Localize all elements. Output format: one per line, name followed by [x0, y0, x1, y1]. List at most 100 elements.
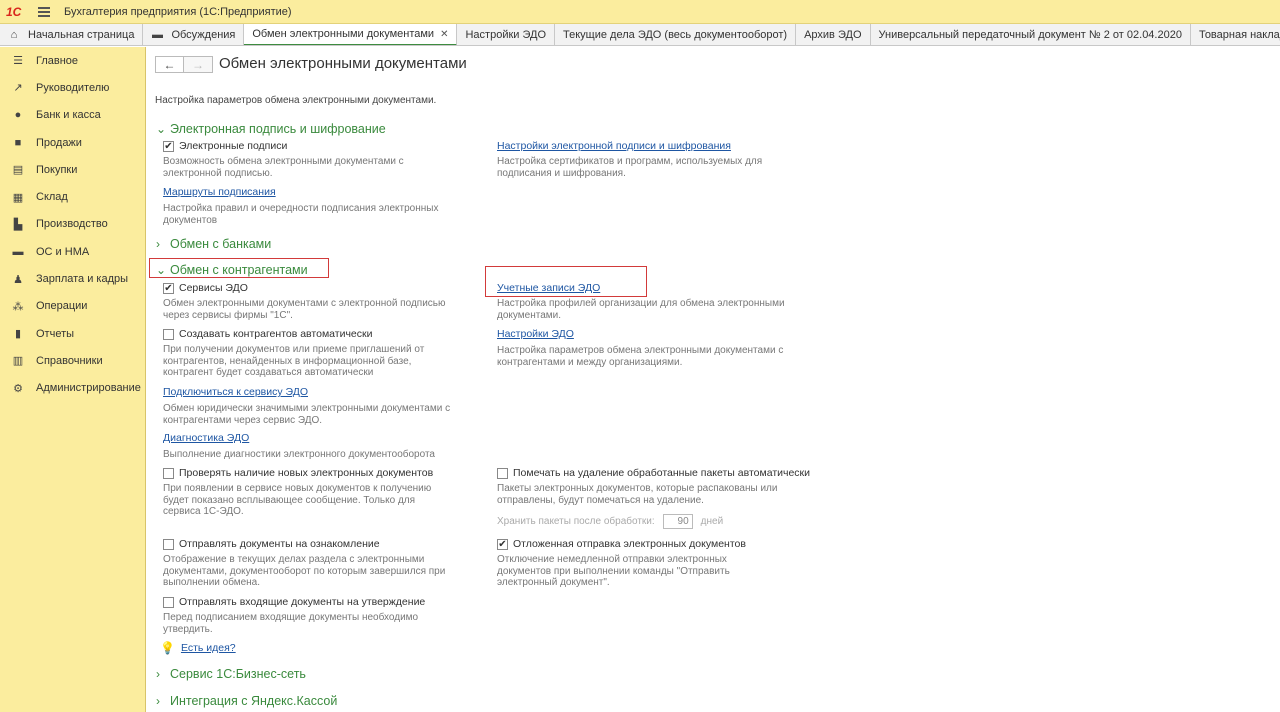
edo-settings-link[interactable]: Настройки ЭДО — [497, 328, 574, 340]
edo-settings-desc: Настройка параметров обмена электронными… — [497, 345, 784, 368]
bag-icon: ■ — [14, 136, 22, 149]
sidebar-item-catalogs[interactable]: ▥ Справочники — [0, 347, 145, 374]
chart-icon: ▮ — [14, 328, 22, 341]
review-checkbox[interactable] — [163, 538, 174, 550]
sidebar-item-sales[interactable]: ■ Продажи — [0, 129, 145, 156]
home-icon: ⌂ — [10, 29, 18, 41]
section-contractors[interactable]: ⌄ Обмен с контрагентами — [156, 263, 308, 277]
person-icon: ♟ — [13, 273, 23, 286]
edo-services-checkbox[interactable]: ✔ — [163, 282, 174, 294]
review-desc: Отображение в текущих делах раздела с эл… — [163, 554, 446, 588]
edo-accounts-desc: Настройка профилей организации для обмен… — [497, 298, 785, 321]
approve-checkbox-row[interactable]: Отправлять входящие документы на утвержд… — [163, 596, 425, 608]
delayed-checkbox[interactable]: ✔ — [497, 538, 508, 550]
sidebar-item-purchases[interactable]: ▤ Покупки — [0, 156, 145, 183]
edo-services-desc: Обмен электронными документами с электро… — [163, 298, 446, 321]
tab-edo-settings[interactable]: Настройки ЭДО — [457, 24, 556, 45]
idea-link[interactable]: Есть идея? — [181, 642, 236, 654]
sidebar-item-assets[interactable]: ▬ ОС и НМА — [0, 238, 145, 265]
tab-edo-current[interactable]: Текущие дела ЭДО (весь документооборот) — [555, 24, 797, 45]
edo-diagnostics-desc: Выполнение диагностики электронного доку… — [163, 449, 435, 460]
sidebar-item-admin[interactable]: ⚙ Администрирование — [0, 375, 145, 402]
coin-icon: ● — [14, 109, 22, 122]
tab-discussions[interactable]: ▬ Обсуждения — [143, 24, 245, 45]
arrow-left-icon: ← — [163, 57, 176, 72]
section-business-network[interactable]: › Сервис 1С:Бизнес-сеть — [156, 667, 306, 681]
mark-delete-checkbox[interactable] — [497, 467, 508, 479]
sidebar-item-warehouse[interactable]: ▦ Склад — [0, 183, 145, 210]
signature-checkbox[interactable]: ✔ — [163, 140, 174, 152]
app-logo: 1С — [6, 4, 22, 19]
signature-settings-link[interactable]: Настройки электронной подписи и шифрован… — [497, 140, 731, 152]
tab-waybill[interactable]: Товарная накладная № 8 от 02.04.2020 — [1190, 24, 1280, 45]
tab-edo-archive[interactable]: Архив ЭДО — [796, 24, 871, 45]
menu-icon: ☰ — [13, 55, 23, 68]
signing-routes-desc: Настройка правил и очередности подписани… — [163, 203, 439, 226]
delayed-desc: Отключение немедленной отправки электрон… — [497, 554, 730, 588]
mark-delete-checkbox-row[interactable]: Помечать на удаление обработанные пакеты… — [497, 467, 810, 479]
sidebar-item-production[interactable]: ▙ Производство — [0, 211, 145, 238]
auto-create-checkbox-row[interactable]: Создавать контрагентов автоматически — [163, 328, 372, 340]
check-new-checkbox-row[interactable]: Проверять наличие новых электронных доку… — [163, 467, 433, 479]
connect-edo-link[interactable]: Подключиться к сервису ЭДО — [163, 386, 308, 398]
forward-button[interactable]: → — [184, 56, 213, 73]
sidebar-item-reports[interactable]: ▮ Отчеты — [0, 320, 145, 347]
nav-buttons: ← → — [155, 56, 213, 73]
connect-edo-desc: Обмен юридически значимыми электронными … — [163, 403, 451, 426]
idea-row[interactable]: 💡 Есть идея? — [160, 641, 236, 655]
signature-settings-desc: Настройка сертификатов и программ, испол… — [497, 156, 763, 179]
car-icon: ▬ — [12, 245, 24, 258]
sidebar-item-main[interactable]: ☰ Главное — [0, 47, 145, 74]
cart-icon: ▤ — [12, 164, 24, 177]
gear-icon: ⚙ — [13, 382, 23, 395]
approve-checkbox[interactable] — [163, 596, 174, 608]
tab-upd[interactable]: Универсальный передаточный документ № 2 … — [870, 24, 1191, 45]
auto-create-desc: При получении документов или приеме приг… — [163, 344, 425, 378]
section-banks[interactable]: › Обмен с банками — [156, 237, 271, 251]
main-content: ← → Обмен электронными документами Настр… — [146, 47, 1280, 712]
section-signature[interactable]: ⌄ Электронная подпись и шифрование — [156, 122, 386, 136]
check-new-desc: При появлении в сервисе новых документов… — [163, 483, 432, 517]
chevron-right-icon: › — [156, 237, 160, 251]
book-icon: ▥ — [12, 355, 24, 368]
sidebar-item-salary[interactable]: ♟ Зарплата и кадры — [0, 265, 145, 292]
box-icon: ▦ — [12, 191, 24, 204]
close-icon[interactable]: ✕ — [440, 29, 448, 40]
keep-days-input[interactable]: 90 — [662, 514, 693, 529]
lightbulb-icon: 💡 — [160, 641, 175, 655]
sidebar-item-manager[interactable]: ↗ Руководителю — [0, 74, 145, 101]
review-checkbox-row[interactable]: Отправлять документы на ознакомление — [163, 538, 380, 550]
chevron-down-icon: ⌄ — [156, 122, 167, 136]
tab-home[interactable]: ⌂ Начальная страница — [0, 24, 144, 45]
arrow-right-icon: → — [192, 57, 204, 72]
sidebar-item-operations[interactable]: ⁂ Операции — [0, 293, 145, 320]
mark-delete-desc: Пакеты электронных документов, которые р… — [497, 483, 778, 506]
approve-desc: Перед подписанием входящие документы нео… — [163, 612, 419, 635]
tab-edo-exchange[interactable]: Обмен электронными документами ✕ — [244, 24, 458, 45]
chevron-down-icon: ⌄ — [156, 263, 167, 277]
title-bar: 1С Бухгалтерия предприятия (1С:Предприят… — [0, 0, 1280, 24]
auto-create-checkbox[interactable] — [163, 328, 174, 340]
delayed-checkbox-row[interactable]: ✔ Отложенная отправка электронных докумен… — [497, 538, 746, 550]
sidebar: ☰ Главное ↗ Руководителю ● Банк и касса ■ Пр… — [0, 47, 146, 712]
chevron-right-icon: › — [156, 667, 160, 681]
main-menu-icon[interactable] — [38, 6, 50, 17]
keep-packages-row: Хранить пакеты после обработки: 90 дней — [497, 514, 723, 529]
chevron-right-icon: › — [156, 694, 160, 708]
trend-icon: ↗ — [13, 82, 23, 95]
signing-routes-link[interactable]: Маршруты подписания — [163, 186, 276, 198]
keep-packages-label: Хранить пакеты после обработки: — [497, 516, 655, 527]
page-intro: Настройка параметров обмена электронными… — [155, 95, 437, 106]
check-new-checkbox[interactable] — [163, 467, 174, 479]
tabs-bar: ⌂ Начальная страница ▬ Обсуждения Обмен эл… — [0, 24, 1280, 46]
edo-services-checkbox-row[interactable]: ✔ Сервисы ЭДО — [163, 282, 248, 294]
sidebar-item-bank[interactable]: ● Банк и касса — [0, 102, 145, 129]
back-button[interactable]: ← — [155, 56, 184, 73]
edo-accounts-link[interactable]: Учетные записи ЭДО — [497, 282, 600, 294]
edo-diagnostics-link[interactable]: Диагностика ЭДО — [163, 432, 249, 444]
signature-desc: Возможность обмена электронными документ… — [163, 156, 404, 179]
section-yandex-kassa[interactable]: › Интеграция с Яндекс.Кассой — [156, 694, 337, 708]
signature-checkbox-row[interactable]: ✔ Электронные подписи — [163, 140, 287, 152]
app-title: Бухгалтерия предприятия (1С:Предприятие) — [64, 5, 292, 18]
chat-icon: ▬ — [151, 29, 163, 41]
